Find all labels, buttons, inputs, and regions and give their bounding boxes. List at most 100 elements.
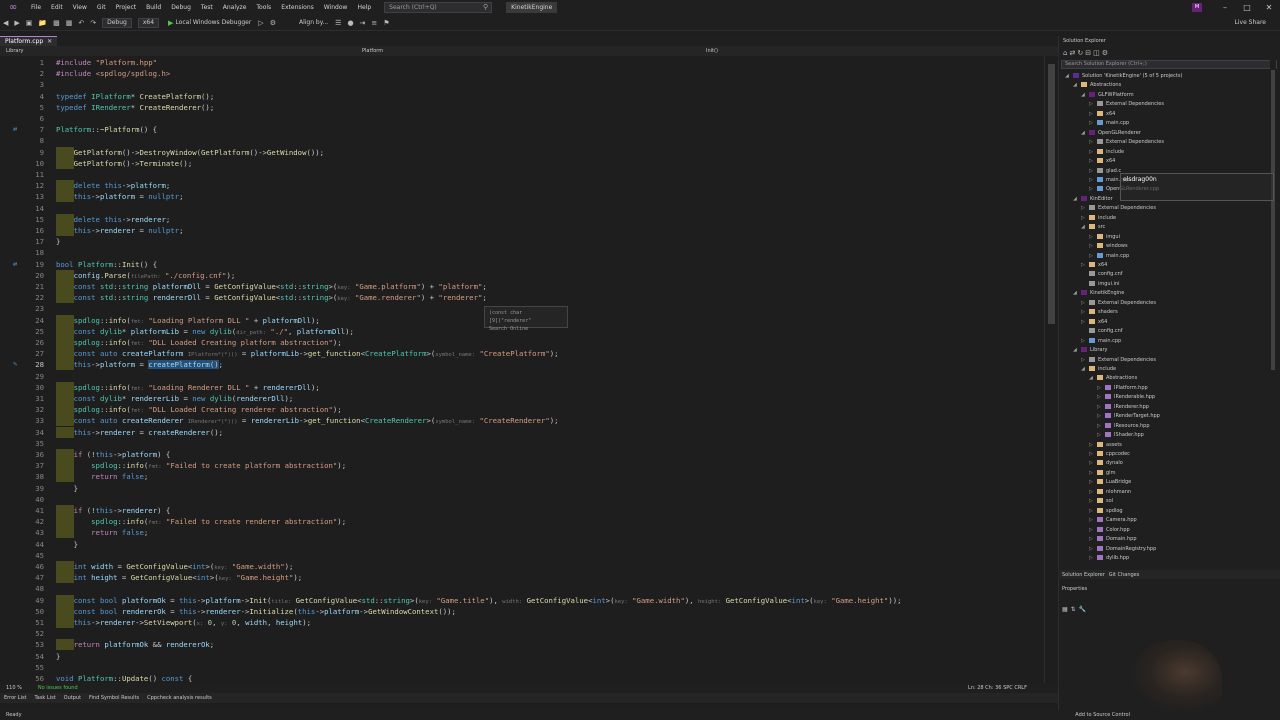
collapsed-chevron-icon[interactable]: ▷ bbox=[1089, 157, 1097, 166]
menu-item-analyze[interactable]: Analyze bbox=[218, 0, 252, 15]
tree-node[interactable]: ◢ src bbox=[1081, 223, 1105, 232]
collapsed-chevron-icon[interactable]: ▷ bbox=[1081, 299, 1089, 308]
code-line[interactable]: 14 bbox=[0, 203, 1040, 214]
tree-node[interactable]: ▷ windows bbox=[1089, 242, 1128, 251]
save-all-icon[interactable]: ▩ bbox=[66, 19, 73, 27]
code-line[interactable]: 28 this->platform = createPlatform(); ✎ bbox=[0, 359, 1040, 370]
tab-platform-cpp[interactable]: Platform.cpp ✕ bbox=[0, 36, 58, 46]
tree-node[interactable]: ▷ assets bbox=[1089, 441, 1122, 450]
code-line[interactable]: 50 const bool rendererOk = this->rendere… bbox=[0, 606, 1040, 617]
expanded-chevron-icon[interactable]: ◢ bbox=[1073, 346, 1081, 355]
tab-task-list[interactable]: Task List bbox=[35, 695, 56, 701]
categorized-icon[interactable]: ▦ bbox=[1062, 606, 1071, 613]
code-line[interactable]: 47 int height = GetConfigValue<int>(key:… bbox=[0, 572, 1040, 583]
quick-action-icon[interactable]: ✎ bbox=[13, 359, 17, 370]
collapsed-chevron-icon[interactable]: ▷ bbox=[1089, 233, 1097, 242]
tree-node[interactable]: ▷ nlohmann bbox=[1089, 488, 1131, 497]
bookmark-icon[interactable]: ⚑ bbox=[383, 19, 389, 27]
code-line[interactable]: 19 bool Platform::Init() {⇄ bbox=[0, 259, 1040, 270]
tree-node[interactable]: ▷ x64 bbox=[1089, 157, 1115, 166]
alphabetical-icon[interactable]: ⇅ bbox=[1071, 606, 1079, 613]
collapse-all-icon[interactable]: ⊟ bbox=[1085, 49, 1093, 57]
code-line[interactable]: 10 GetPlatform()->Terminate(); bbox=[0, 158, 1040, 169]
codelens-icon[interactable]: ⇄ bbox=[13, 259, 17, 270]
code-line[interactable]: 51 this->renderer->SetViewport(x: 0, y: … bbox=[0, 617, 1040, 628]
tree-node[interactable]: ◢ KinetikEngine bbox=[1073, 289, 1124, 298]
expanded-chevron-icon[interactable]: ◢ bbox=[1065, 72, 1073, 81]
menu-item-debug[interactable]: Debug bbox=[166, 0, 196, 15]
collapsed-chevron-icon[interactable]: ▷ bbox=[1081, 356, 1089, 365]
code-line[interactable]: 18 bbox=[0, 247, 1040, 258]
expanded-chevron-icon[interactable]: ◢ bbox=[1081, 91, 1089, 100]
search-input[interactable]: Search (Ctrl+Q) ⚲ bbox=[384, 2, 493, 13]
code-line[interactable]: 9 GetPlatform()->DestroyWindow(GetPlatfo… bbox=[0, 147, 1040, 158]
tree-node[interactable]: ▷ Camera.hpp bbox=[1089, 516, 1137, 525]
code-line[interactable]: 30 spdlog::info(fmt: "Loading Renderer D… bbox=[0, 382, 1040, 393]
collapsed-chevron-icon[interactable]: ▷ bbox=[1081, 214, 1089, 223]
tree-node[interactable]: ▷ External Dependencies bbox=[1081, 299, 1156, 308]
code-line[interactable]: 42 spdlog::info(fmt: "Failed to create r… bbox=[0, 516, 1040, 527]
code-line[interactable]: 15 delete this->renderer; bbox=[0, 214, 1040, 225]
collapsed-chevron-icon[interactable]: ▷ bbox=[1089, 478, 1097, 487]
code-line[interactable]: 12 delete this->platform; bbox=[0, 180, 1040, 191]
collapsed-chevron-icon[interactable]: ▷ bbox=[1081, 337, 1089, 346]
collapsed-chevron-icon[interactable]: ▷ bbox=[1089, 252, 1097, 261]
expanded-chevron-icon[interactable]: ◢ bbox=[1073, 195, 1081, 204]
tree-node[interactable]: ▷ External Dependencies bbox=[1081, 204, 1156, 213]
collapsed-chevron-icon[interactable]: ▷ bbox=[1089, 488, 1097, 497]
menu-item-edit[interactable]: Edit bbox=[46, 0, 68, 15]
tree-node[interactable]: ▷ Domain.hpp bbox=[1089, 535, 1137, 544]
breakpoint-icon[interactable]: ● bbox=[347, 19, 353, 27]
code-line[interactable]: 32 spdlog::info(fmt: "DLL Loaded Creatin… bbox=[0, 404, 1040, 415]
open-icon[interactable]: 📁 bbox=[38, 19, 47, 27]
collapsed-chevron-icon[interactable]: ▷ bbox=[1097, 412, 1105, 421]
tree-node[interactable]: ▷ External Dependencies bbox=[1081, 356, 1156, 365]
menu-item-extensions[interactable]: Extensions bbox=[276, 0, 319, 15]
code-line[interactable]: 7 Platform::~Platform() {⇄ bbox=[0, 124, 1040, 135]
menu-item-test[interactable]: Test bbox=[196, 0, 218, 15]
collapsed-chevron-icon[interactable]: ▷ bbox=[1089, 176, 1097, 185]
collapsed-chevron-icon[interactable]: ▷ bbox=[1089, 450, 1097, 459]
code-line[interactable]: 27 const auto createPlatform IPlatform*(… bbox=[0, 348, 1040, 359]
code-line[interactable]: 49 const bool platformOk = this->platfor… bbox=[0, 595, 1040, 606]
add-to-source-control-button[interactable]: Add to Source Control bbox=[1075, 712, 1130, 718]
tree-node[interactable]: imgui.ini bbox=[1081, 280, 1120, 289]
tab-find-symbol-results[interactable]: Find Symbol Results bbox=[89, 695, 139, 701]
code-line[interactable]: 2 #include <spdlog/spdlog.h> bbox=[0, 68, 1040, 79]
close-icon[interactable]: ✕ bbox=[1258, 0, 1280, 15]
indent-icon[interactable]: ⇥ bbox=[360, 19, 366, 27]
tree-node[interactable]: ▷ dynalo bbox=[1089, 459, 1123, 468]
tree-node[interactable]: ▷ glad.c bbox=[1089, 167, 1121, 176]
show-all-files-icon[interactable]: ◫ bbox=[1093, 49, 1102, 57]
collapsed-chevron-icon[interactable]: ▷ bbox=[1089, 100, 1097, 109]
zoom-level[interactable]: 110 % bbox=[6, 685, 22, 691]
code-line[interactable]: 37 spdlog::info(fmt: "Failed to create p… bbox=[0, 460, 1040, 471]
tree-node[interactable]: config.cnf bbox=[1081, 270, 1123, 279]
expanded-chevron-icon[interactable]: ◢ bbox=[1073, 289, 1081, 298]
collapsed-chevron-icon[interactable]: ▷ bbox=[1089, 242, 1097, 251]
scrollbar-thumb[interactable] bbox=[1271, 70, 1275, 370]
menu-item-help[interactable]: Help bbox=[352, 0, 376, 15]
code-line[interactable]: 40 bbox=[0, 494, 1040, 505]
code-line[interactable]: 6 bbox=[0, 113, 1040, 124]
tree-node[interactable]: ▷ cppcodec bbox=[1089, 450, 1130, 459]
code-line[interactable]: 4 typedef IPlatform* CreatePlatform(); bbox=[0, 91, 1040, 102]
minimize-icon[interactable]: – bbox=[1214, 0, 1236, 15]
code-line[interactable]: 21 const std::string platformDll = GetCo… bbox=[0, 281, 1040, 292]
platform-select[interactable]: x64 bbox=[137, 17, 160, 28]
collapsed-chevron-icon[interactable]: ▷ bbox=[1097, 431, 1105, 440]
tree-node[interactable]: ▷ glm bbox=[1089, 469, 1115, 478]
nav-member-dropdown[interactable]: Init() bbox=[706, 48, 718, 54]
collapsed-chevron-icon[interactable]: ▷ bbox=[1089, 441, 1097, 450]
undo-icon[interactable]: ↶ bbox=[78, 19, 84, 27]
tree-node[interactable]: ▷ imgui bbox=[1089, 233, 1120, 242]
tree-node[interactable]: ▷ x64 bbox=[1081, 261, 1107, 270]
align-by-button[interactable]: Align by... bbox=[299, 19, 328, 26]
code-editor[interactable]: (const char [9])"renderer" Search Online… bbox=[0, 56, 1058, 683]
code-line[interactable]: 53 return platformOk && rendererOk; bbox=[0, 639, 1040, 650]
code-line[interactable]: 33 const auto createRenderer IRenderer*(… bbox=[0, 415, 1040, 426]
collapsed-chevron-icon[interactable]: ▷ bbox=[1089, 110, 1097, 119]
collapsed-chevron-icon[interactable]: ▷ bbox=[1097, 403, 1105, 412]
tree-node[interactable]: ▷ IRenderable.hpp bbox=[1097, 393, 1155, 402]
code-line[interactable]: 39 } bbox=[0, 483, 1040, 494]
